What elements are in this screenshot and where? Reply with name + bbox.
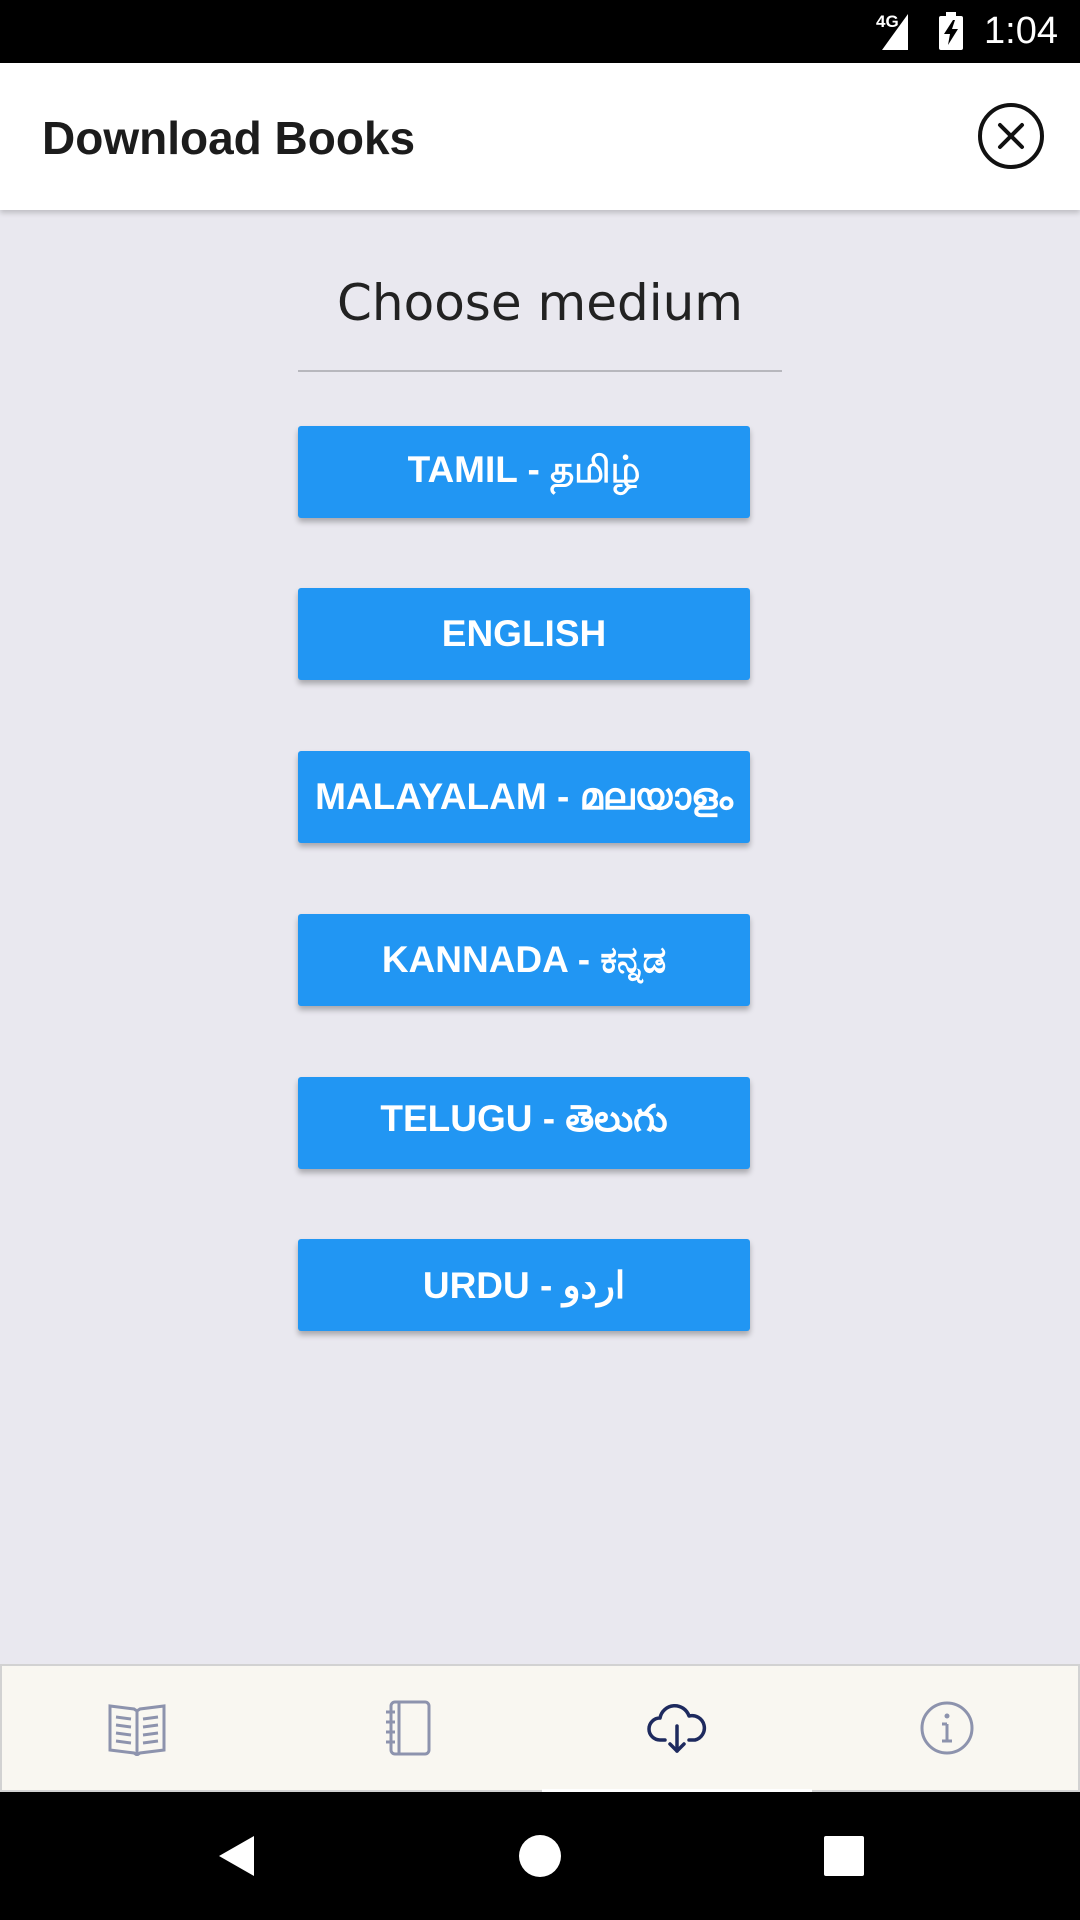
back-icon[interactable]: [216, 1834, 256, 1878]
open-book-icon: [108, 1704, 166, 1756]
page-title: Download Books: [42, 112, 416, 164]
close-icon: [998, 123, 1024, 149]
heading-divider: [298, 370, 782, 372]
status-bar: 4G 1:04: [0, 0, 1080, 63]
system-navigation-bar: [0, 1792, 1080, 1920]
nav-item-notebook[interactable]: [272, 1666, 542, 1790]
home-icon[interactable]: [518, 1834, 562, 1878]
medium-button-urdu[interactable]: URDU - اردو: [298, 1239, 750, 1331]
medium-button-telugu[interactable]: TELUGU - తెలుగు: [298, 1077, 750, 1169]
medium-button-english[interactable]: ENGLISH: [298, 588, 750, 680]
clock: 1:04: [984, 10, 1058, 52]
medium-button-kannada[interactable]: KANNADA - ಕನ್ನಡ: [298, 914, 750, 1006]
cloud-download-icon: [647, 1703, 707, 1753]
section-heading: Choose medium: [337, 274, 743, 332]
nav-item-download[interactable]: [542, 1666, 812, 1792]
recents-icon[interactable]: [824, 1836, 864, 1876]
nav-item-books[interactable]: [2, 1666, 272, 1790]
battery-charging-icon: [939, 12, 963, 50]
bottom-navigation: [0, 1664, 1080, 1792]
app-bar: Download Books: [0, 63, 1080, 210]
medium-chooser: Choose medium TAMIL - தமிழ் ENGLISH MALA…: [0, 210, 1080, 1664]
medium-button-malayalam[interactable]: MALAYALAM - മലയാളം: [298, 751, 750, 843]
medium-button-tamil[interactable]: TAMIL - தமிழ்: [298, 426, 750, 518]
nav-item-info[interactable]: [812, 1666, 1080, 1790]
close-button[interactable]: [978, 103, 1044, 169]
notebook-icon: [386, 1700, 431, 1756]
signal-icon: [882, 14, 908, 50]
info-icon: [920, 1701, 974, 1755]
